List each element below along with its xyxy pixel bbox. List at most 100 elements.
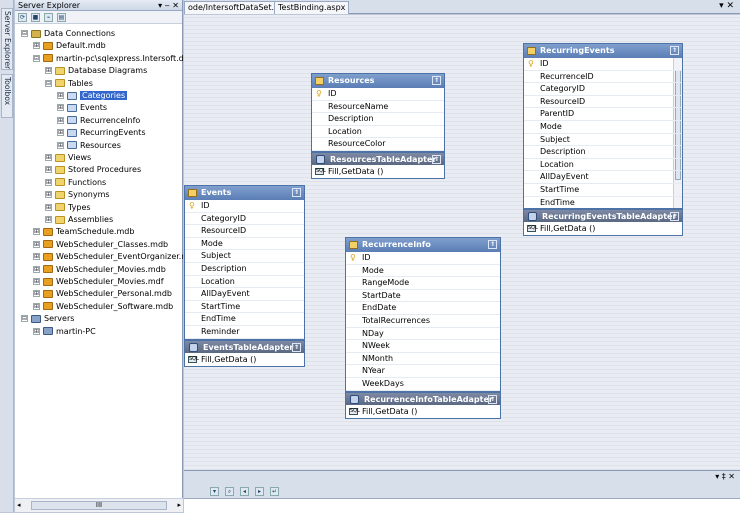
field-row[interactable]: AllDayEvent	[524, 171, 682, 184]
field-row[interactable]: ♀ ID	[524, 58, 682, 71]
side-tab-toolbox[interactable]: Toolbox	[1, 74, 13, 118]
tree-node[interactable]: ⊞ Synonyms	[45, 189, 110, 201]
table-adapter-header[interactable]: RecurringEventsTableAdapter ⇑	[524, 208, 682, 222]
field-row[interactable]: NDay	[346, 328, 500, 341]
tree-node[interactable]: ⊞ WebScheduler_Software.mdb	[33, 301, 173, 313]
tree-node-label[interactable]: Tables	[68, 79, 93, 88]
field-row[interactable]: EndDate	[346, 302, 500, 315]
tree-node[interactable]: ⊞ Default.mdb	[33, 40, 106, 52]
tree-node[interactable]: ⊞ Assemblies	[45, 214, 113, 226]
refresh-icon[interactable]: ⟳	[18, 12, 27, 22]
table-adapter-method[interactable]: SQL Fill,GetData ()	[312, 165, 444, 178]
expander-icon[interactable]: ⊞	[57, 129, 64, 137]
tree-node-label[interactable]: Stored Procedures	[68, 165, 141, 174]
tree-node[interactable]: ⊞ Functions	[45, 177, 106, 189]
collapse-icon[interactable]: ⇑	[432, 76, 441, 85]
horizontal-scrollbar[interactable]: ◂ III ▸	[15, 498, 183, 512]
tree-node[interactable]: ⊞ Resources	[57, 140, 121, 152]
expander-icon[interactable]: ⊞	[45, 166, 52, 174]
expander-icon[interactable]: ⊞	[57, 116, 64, 124]
field-row[interactable]: Mode	[185, 238, 304, 251]
field-row[interactable]: Subject	[185, 250, 304, 263]
expander-icon[interactable]: ⊞	[45, 203, 52, 211]
field-row[interactable]: ResourceName	[312, 101, 444, 114]
tree-node-label[interactable]: Default.mdb	[56, 41, 106, 50]
table-adapter-method[interactable]: SQL Fill,GetData ()	[185, 353, 304, 366]
tree-node-label[interactable]: Views	[68, 153, 91, 162]
expander-icon[interactable]: ⊞	[57, 104, 64, 112]
wrap-icon[interactable]: ↵	[270, 486, 279, 496]
tree-node-label[interactable]: Categories	[80, 91, 128, 100]
next-icon[interactable]: ▸	[255, 486, 264, 496]
expander-icon[interactable]: ⊞	[45, 191, 52, 199]
expander-icon[interactable]: ⊞	[45, 178, 52, 186]
field-row[interactable]: RangeMode	[346, 277, 500, 290]
scroll-left-icon[interactable]: ◂	[17, 501, 21, 509]
expander-icon[interactable]: ⊞	[57, 141, 64, 149]
field-row[interactable]: Description	[524, 146, 682, 159]
field-row[interactable]: Mode	[346, 265, 500, 278]
tree-node-label[interactable]: martin-PC	[56, 327, 96, 336]
expander-icon[interactable]: ⊟	[21, 30, 28, 37]
field-row[interactable]: ♀ ID	[312, 88, 444, 101]
tree-node-label[interactable]: Data Connections	[44, 29, 115, 38]
field-row[interactable]: ResourceColor	[312, 138, 444, 151]
table-adapter-method[interactable]: SQL Fill,GetData ()	[346, 405, 500, 418]
field-row[interactable]: StartDate	[346, 290, 500, 303]
tree-node[interactable]: ⊞ martin-PC	[33, 326, 96, 338]
entity-events[interactable]: Events ⇑ ♀ ID CategoryID ResourceID Mode Subjec…	[184, 185, 305, 367]
entity-header[interactable]: Resources ⇑	[312, 74, 444, 88]
collapse-icon[interactable]: ⇑	[432, 154, 441, 164]
tree-node-label[interactable]: martin-pc\sqlexpress.Intersoft.db	[56, 54, 183, 63]
expander-icon[interactable]: ⊞	[33, 240, 40, 248]
field-row[interactable]: Mode	[524, 121, 682, 134]
side-tab-server-explorer[interactable]: Server Explorer	[1, 8, 13, 70]
tree-node[interactable]: ⊞ Stored Procedures	[45, 164, 141, 176]
expander-icon[interactable]: ⊞	[33, 327, 40, 335]
field-row[interactable]: CategoryID	[524, 83, 682, 96]
tree-node[interactable]: ⊟ Servers	[21, 313, 74, 325]
scroll-thumb[interactable]: III	[31, 501, 167, 510]
expander-icon[interactable]: ⊟	[21, 315, 28, 323]
tree-node-label[interactable]: Synonyms	[68, 190, 110, 199]
collapse-icon[interactable]: ⇑	[292, 342, 301, 352]
expander-icon[interactable]: ⊞	[33, 42, 40, 50]
table-adapter-header[interactable]: RecurrenceInfoTableAdapter ⇑	[346, 390, 500, 405]
table-adapter-header[interactable]: ResourcesTableAdapter ⇑	[312, 150, 444, 165]
tab-intersoft-dataset[interactable]: ode/IntersoftDataSet.cs	[184, 1, 287, 14]
field-row[interactable]: TotalRecurrences	[346, 315, 500, 328]
tree-node-label[interactable]: Assemblies	[68, 215, 113, 224]
collapse-icon[interactable]: ⇑	[670, 212, 679, 221]
dropdown-icon[interactable]: ▾	[210, 486, 219, 496]
field-row[interactable]: ♀ ID	[185, 200, 304, 213]
expander-icon[interactable]: ⊟	[45, 79, 52, 87]
find-icon[interactable]: ⌕	[225, 486, 234, 496]
panel-window-buttons[interactable]: ▾ ‒ ✕	[158, 0, 179, 11]
connect-to-database-icon[interactable]: ⌁	[44, 12, 53, 22]
field-row[interactable]: NYear	[346, 365, 500, 378]
tree-node[interactable]: ⊞ WebScheduler_Movies.mdf	[33, 276, 164, 288]
tree-node[interactable]: ⊞ WebScheduler_Classes.mdb	[33, 239, 168, 251]
tree-node[interactable]: ⊞ Categories	[57, 90, 128, 102]
tree-node[interactable]: ⊞ RecurringEvents	[57, 127, 145, 139]
collapse-icon[interactable]: ⇑	[670, 46, 679, 55]
tree-node-label[interactable]: Servers	[44, 314, 74, 323]
tree-node[interactable]: ⊟ Tables	[45, 78, 93, 90]
entity-header[interactable]: RecurrenceInfo ⇑	[346, 238, 500, 252]
expander-icon[interactable]: ⊞	[45, 67, 52, 75]
tree-node-label[interactable]: WebScheduler_Software.mdb	[56, 302, 173, 311]
tree-node[interactable]: ⊞ Database Diagrams	[45, 65, 147, 77]
tree-node-label[interactable]: WebScheduler_Classes.mdb	[56, 240, 168, 249]
tree-node[interactable]: ⊞ WebScheduler_Movies.mdb	[33, 264, 166, 276]
field-row[interactable]: AllDayEvent	[185, 288, 304, 301]
entity-recurrence[interactable]: RecurrenceInfo ⇑ ♀ ID Mode RangeMode StartDate…	[345, 237, 501, 419]
dataset-designer-canvas[interactable]: Resources ⇑ ♀ ID ResourceName Description Loca…	[184, 15, 740, 470]
tree-node-label[interactable]: TeamSchedule.mdb	[56, 227, 134, 236]
expander-icon[interactable]: ⊞	[33, 253, 40, 261]
tree-node[interactable]: ⊞ Types	[45, 202, 91, 214]
field-row[interactable]: EndTime	[185, 313, 304, 326]
field-row[interactable]: Reminder	[185, 326, 304, 339]
field-row[interactable]: EndTime	[524, 197, 682, 208]
expander-icon[interactable]: ⊞	[45, 216, 52, 223]
field-row[interactable]: NMonth	[346, 353, 500, 366]
